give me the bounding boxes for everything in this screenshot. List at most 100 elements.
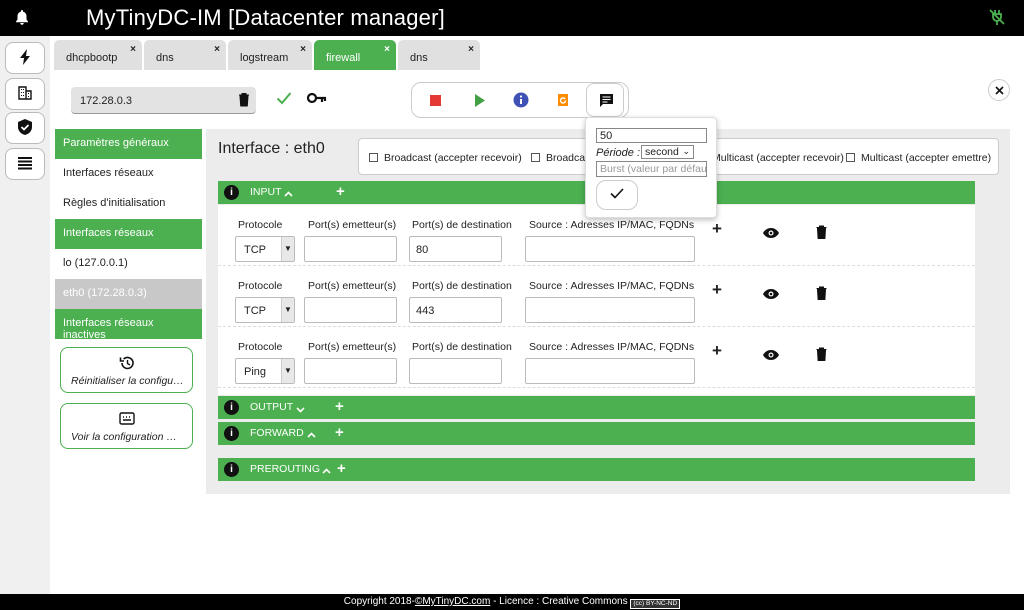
limit-input[interactable]: 50 <box>596 128 707 143</box>
rate-limit-popup: 50 Période : second ⌄ Burst (valeur par d… <box>585 117 717 218</box>
dst-ports-input[interactable]: 80 <box>409 236 502 262</box>
add-icon[interactable]: + <box>712 280 722 300</box>
tab-label: firewall <box>326 52 361 64</box>
section-label: FORWARD <box>250 427 304 439</box>
reset-config-label: Réinitialiser la configuration <box>71 375 194 387</box>
nav-datacenter-button[interactable] <box>5 78 45 110</box>
view-config-button[interactable]: Voir la configuration mise en place <box>60 403 194 449</box>
sidebar-item-general[interactable]: Paramètres généraux <box>55 129 202 159</box>
source-input[interactable] <box>525 236 695 262</box>
chevron-up-icon[interactable] <box>284 188 293 200</box>
forward-section-header[interactable]: i FORWARD + <box>218 422 975 445</box>
add-rule-icon[interactable]: + <box>336 183 345 200</box>
chevron-down-icon: ⌄ <box>682 146 690 156</box>
src-ports-input[interactable] <box>304 236 397 262</box>
chevron-up-icon[interactable] <box>322 465 331 477</box>
chevron-down-icon[interactable] <box>296 404 305 416</box>
add-icon[interactable]: + <box>712 341 722 361</box>
checkbox-label: Multicast (accepter recevoir) <box>712 152 844 164</box>
broadcast-recv-checkbox[interactable]: Broadcast (accepter recevoir) <box>369 152 522 164</box>
sidebar-item-inactive-interfaces[interactable]: Interfaces réseaux inactives <box>55 309 202 341</box>
period-select[interactable]: second ⌄ <box>641 145 694 159</box>
src-ports-input[interactable] <box>304 358 397 384</box>
play-icon[interactable] <box>474 94 485 110</box>
nav-power-button[interactable] <box>5 42 45 74</box>
tab-logstream[interactable]: logstream × <box>228 40 312 70</box>
protocol-value: Ping <box>244 366 267 378</box>
output-section-header[interactable]: i OUTPUT + <box>218 396 975 419</box>
dst-ports-input[interactable]: 443 <box>409 297 502 323</box>
dst-ports-input[interactable] <box>409 358 502 384</box>
footer-link[interactable]: ©MyTinyDC.com <box>415 596 490 607</box>
checkbox-box[interactable] <box>846 153 855 162</box>
burst-input[interactable]: Burst (valeur par défaut) <box>596 161 707 177</box>
sidebar-item-interfaces[interactable]: Interfaces réseaux <box>55 159 202 189</box>
sidebar-item-init-rules[interactable]: Règles d'initialisation <box>55 189 202 219</box>
close-panel-button[interactable] <box>988 79 1010 101</box>
chevron-down-icon[interactable]: ▼ <box>281 359 294 383</box>
info-icon[interactable]: i <box>224 462 239 477</box>
reset-config-button[interactable]: Réinitialiser la configuration <box>60 347 194 393</box>
stop-icon[interactable] <box>430 95 441 109</box>
protocol-select[interactable]: TCP ▼ <box>235 236 295 262</box>
prerouting-section-header[interactable]: i PREROUTING + <box>218 458 975 481</box>
app-root: MyTinyDC-IM [Datacenter manager] dhcpboo… <box>0 0 1024 610</box>
nav-menu-button[interactable] <box>5 148 45 180</box>
source-input[interactable] <box>525 358 695 384</box>
add-icon[interactable]: + <box>712 219 722 239</box>
terminal-icon <box>119 412 135 428</box>
add-rule-icon[interactable]: + <box>335 398 344 415</box>
interface-title: Interface : eth0 <box>218 140 325 157</box>
trash-icon[interactable] <box>816 286 827 303</box>
tab-firewall[interactable]: firewall × <box>314 40 396 70</box>
tab-close-icon[interactable]: × <box>214 44 220 55</box>
eye-icon[interactable] <box>762 288 780 303</box>
checkbox-box[interactable] <box>531 153 540 162</box>
app-title: MyTinyDC-IM [Datacenter manager] <box>86 5 445 30</box>
tab-dns-2[interactable]: dns × <box>398 40 480 70</box>
tab-close-icon[interactable]: × <box>300 44 306 55</box>
sidebar-item-eth0[interactable]: eth0 (172.28.0.3) <box>55 279 202 309</box>
tab-dhcpbootp[interactable]: dhcpbootp × <box>54 40 142 70</box>
protocol-select[interactable]: TCP ▼ <box>235 297 295 323</box>
src-ports-input[interactable] <box>304 297 397 323</box>
trash-icon[interactable] <box>816 347 827 364</box>
eye-icon[interactable] <box>762 227 780 242</box>
tab-close-icon[interactable]: × <box>130 44 136 55</box>
tab-dns[interactable]: dns × <box>144 40 226 70</box>
checkmark-icon[interactable] <box>276 91 292 108</box>
chevron-down-icon[interactable]: ▼ <box>281 298 294 322</box>
confirm-button[interactable] <box>596 180 638 210</box>
add-rule-icon[interactable]: + <box>335 424 344 441</box>
info-icon[interactable]: i <box>224 185 239 200</box>
trash-icon[interactable] <box>816 225 827 242</box>
nav-security-button[interactable] <box>5 112 45 144</box>
footer-license: - Licence : Creative Commons <box>490 596 631 607</box>
multicast-recv-checkbox[interactable]: Multicast (accepter recevoir) <box>697 152 844 164</box>
multicast-send-checkbox[interactable]: Multicast (accepter emettre) <box>846 152 991 164</box>
key-icon[interactable] <box>306 92 327 107</box>
eye-icon[interactable] <box>762 349 780 364</box>
checkbox-box[interactable] <box>369 153 378 162</box>
plug-disconnected-icon[interactable] <box>988 8 1006 29</box>
add-rule-icon[interactable]: + <box>337 460 346 477</box>
sidebar-item-interfaces-header[interactable]: Interfaces réseaux <box>55 219 202 249</box>
message-button[interactable] <box>586 83 624 117</box>
protocol-select[interactable]: Ping ▼ <box>235 358 295 384</box>
sidebar-item-lo[interactable]: lo (127.0.0.1) <box>55 249 202 279</box>
bell-icon[interactable] <box>14 9 30 29</box>
dst-ports-header: Port(s) de destination <box>412 341 512 353</box>
source-input[interactable] <box>525 297 695 323</box>
info-icon[interactable]: i <box>224 426 239 441</box>
protocol-value: TCP <box>244 305 266 317</box>
info-icon[interactable] <box>513 92 529 111</box>
trash-icon[interactable] <box>238 92 250 110</box>
chevron-down-icon[interactable]: ▼ <box>281 237 294 261</box>
reload-icon[interactable] <box>556 92 570 111</box>
info-icon[interactable]: i <box>224 400 239 415</box>
tab-close-icon[interactable]: × <box>384 44 390 55</box>
tab-close-icon[interactable]: × <box>468 44 474 55</box>
host-ip-field[interactable]: 172.28.0.3 <box>71 87 256 114</box>
chevron-up-icon[interactable] <box>307 429 316 441</box>
period-label: Période : <box>596 147 641 159</box>
